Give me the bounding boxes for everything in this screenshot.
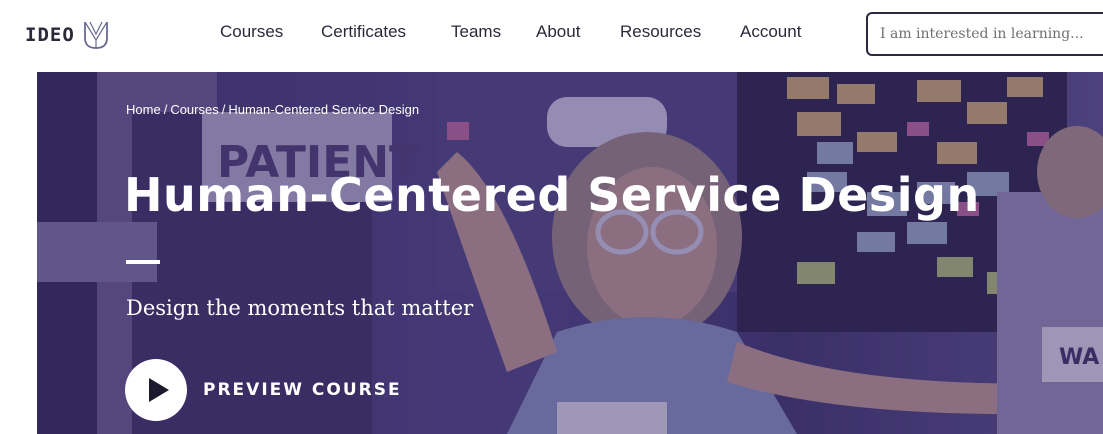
page-title: Human-Centered Service Design [124, 168, 980, 222]
nav-courses[interactable]: Courses [220, 22, 283, 42]
title-divider [126, 260, 160, 264]
play-icon[interactable] [125, 359, 187, 421]
preview-course-button[interactable]: PREVIEW COURSE [125, 359, 402, 421]
main-nav: Courses Certificates Teams About Resourc… [0, 0, 860, 66]
preview-course-label: PREVIEW COURSE [203, 380, 402, 400]
site-header: IDEO Courses Certificates Teams About Re… [0, 0, 1103, 72]
nav-about[interactable]: About [536, 22, 580, 42]
breadcrumb-current: Human-Centered Service Design [228, 102, 420, 117]
breadcrumb: Home / Courses / Human-Centered Service Desi… [126, 102, 419, 117]
nav-teams[interactable]: Teams [451, 22, 501, 42]
nav-account[interactable]: Account [740, 22, 801, 42]
breadcrumb-separator: / [163, 102, 168, 117]
page-subtitle: Design the moments that matter [126, 296, 474, 320]
breadcrumb-courses[interactable]: Courses [170, 102, 218, 117]
breadcrumb-home[interactable]: Home [126, 102, 161, 117]
search-input[interactable] [866, 12, 1103, 56]
nav-certificates[interactable]: Certificates [321, 22, 406, 42]
hero-banner: PATIENT WA Home / Courses / Human-Center… [37, 72, 1103, 434]
breadcrumb-separator: / [221, 102, 226, 117]
nav-resources[interactable]: Resources [620, 22, 701, 42]
